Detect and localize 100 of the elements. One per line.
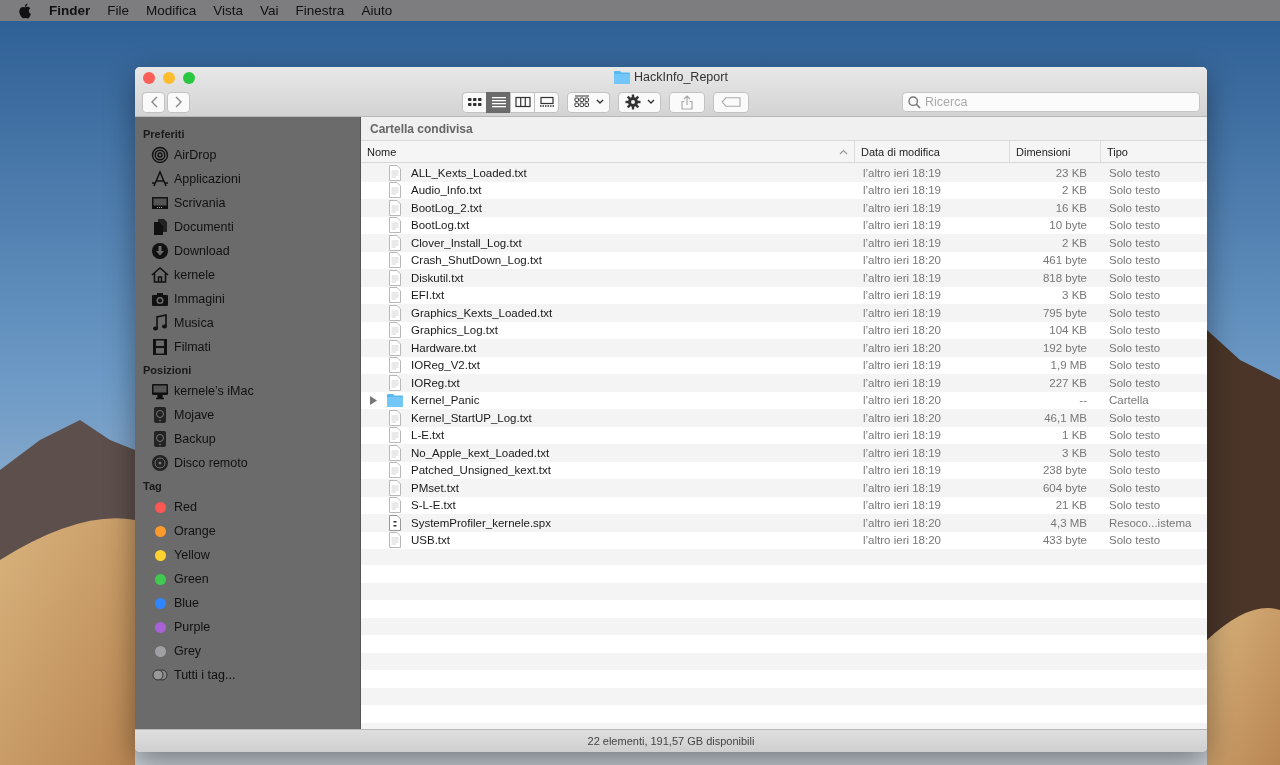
modified-date: l’altro ieri 18:20	[863, 534, 941, 547]
file-type: Solo testo	[1109, 324, 1161, 337]
file-row[interactable]: Diskutil.txt l’altro ieri 18:19 818 byte Solo testo	[361, 269, 1207, 287]
sidebar-item-label: Documenti	[174, 220, 234, 234]
sidebar-item-label: Applicazioni	[174, 172, 241, 186]
document-icon	[389, 252, 401, 269]
file-type: Solo testo	[1109, 254, 1161, 267]
modified-date: l’altro ieri 18:19	[863, 446, 941, 459]
file-row[interactable]: Hardware.txt l’altro ieri 18:20 192 byte Solo testo	[361, 339, 1207, 357]
sidebar-item[interactable]: Green	[143, 567, 360, 591]
group-by-button[interactable]	[567, 91, 610, 113]
document-icon	[389, 374, 401, 391]
file-size: 21 KB	[1055, 499, 1087, 512]
file-type: Solo testo	[1109, 289, 1161, 302]
menu-item[interactable]: Finder	[49, 3, 91, 18]
sidebar-item-label: Purple	[174, 620, 211, 634]
apple-logo-icon[interactable]	[18, 2, 32, 19]
document-icon	[389, 409, 401, 426]
column-header[interactable]: Tipo	[1101, 141, 1207, 162]
file-row[interactable]: ALL_Kexts_Loaded.txt l’altro ieri 18:19 23 KB Solo testo	[361, 164, 1207, 182]
file-name: IOReg_V2.txt	[411, 359, 481, 372]
window-title: HackInfo_Report	[634, 70, 728, 84]
menu-item[interactable]: Modifica	[146, 3, 197, 18]
view-mode-button[interactable]	[462, 91, 487, 113]
home-icon	[151, 266, 169, 284]
sidebar-item[interactable]: Musica	[143, 311, 360, 335]
file-type: Solo testo	[1109, 464, 1161, 477]
file-row[interactable]: Graphics_Kexts_Loaded.txt l’altro ieri 18:19 795 byte Solo testo	[361, 304, 1207, 322]
path-bar: Cartella condivisa	[361, 117, 1207, 141]
sidebar-item[interactable]: Disco remoto	[143, 451, 360, 475]
file-name: EFI.txt	[411, 289, 445, 302]
menu-item[interactable]: Finestra	[295, 3, 345, 18]
file-name: S-L-E.txt	[411, 499, 456, 512]
file-row[interactable]: BootLog_2.txt l’altro ieri 18:19 16 KB Solo testo	[361, 199, 1207, 217]
modified-date: l’altro ieri 18:20	[863, 254, 941, 267]
menu-item[interactable]: Aiuto	[361, 3, 393, 18]
file-row[interactable]: IOReg.txt l’altro ieri 18:19 227 KB Solo testo	[361, 374, 1207, 392]
sidebar-item[interactable]: Filmati	[143, 335, 360, 359]
menu-item[interactable]: Vista	[213, 3, 244, 18]
file-name: Clover_Install_Log.txt	[411, 236, 522, 249]
file-size: 818 byte	[1042, 271, 1087, 284]
triangle-right-icon[interactable]	[369, 395, 377, 405]
file-row[interactable]: Kernel_StartUP_Log.txt l’altro ieri 18:20 46,1 MB Solo testo	[361, 409, 1207, 427]
file-name: Graphics_Log.txt	[411, 324, 498, 337]
close-button[interactable]	[143, 72, 155, 84]
sidebar-item[interactable]: Documenti	[143, 215, 360, 239]
caret-icon	[595, 99, 604, 105]
view-mode-button[interactable]	[534, 91, 559, 113]
file-size: 461 byte	[1042, 254, 1087, 267]
sidebar-item[interactable]: Backup	[143, 427, 360, 451]
sidebar-item[interactable]: kernele	[143, 263, 360, 287]
column-header[interactable]: Dimensioni	[1010, 141, 1101, 162]
menu-item[interactable]: File	[107, 3, 130, 18]
file-size: 46,1 MB	[1044, 411, 1087, 424]
sidebar-item[interactable]: Mojave	[143, 403, 360, 427]
sidebar-item-label: Yellow	[174, 548, 210, 562]
search-field[interactable]: Ricerca	[902, 92, 1200, 112]
view-mode-button[interactable]	[486, 91, 511, 113]
sidebar-item[interactable]: Yellow	[143, 543, 360, 567]
sidebar-item-label: Immagini	[174, 292, 225, 306]
sidebar-item[interactable]: kernele’s iMac	[143, 379, 360, 403]
desktop-icon	[151, 194, 169, 212]
sidebar-item[interactable]: Grey	[143, 639, 360, 663]
modified-date: l’altro ieri 18:19	[863, 236, 941, 249]
file-type: Solo testo	[1109, 429, 1161, 442]
file-row[interactable]: No_Apple_kext_Loaded.txt l’altro ieri 18:19 3 KB Solo testo	[361, 444, 1207, 462]
modified-date: l’altro ieri 18:19	[863, 219, 941, 232]
modified-date: l’altro ieri 18:20	[863, 324, 941, 337]
sidebar-item[interactable]: Red	[143, 495, 360, 519]
file-type: Solo testo	[1109, 446, 1161, 459]
column-header[interactable]: Nome	[361, 141, 855, 162]
airdrop-icon	[151, 146, 169, 164]
column-header[interactable]: Data di modifica	[855, 141, 1010, 162]
sidebar-item[interactable]: Tutti i tag...	[143, 663, 360, 687]
file-type: Cartella	[1109, 394, 1149, 407]
action-menu-button[interactable]	[618, 91, 661, 113]
file-type: Solo testo	[1109, 341, 1161, 354]
sidebar-item[interactable]: Purple	[143, 615, 360, 639]
sidebar-item[interactable]: Orange	[143, 519, 360, 543]
document-icon	[389, 304, 401, 321]
document-icon	[389, 322, 401, 339]
columns-view-icon	[514, 96, 531, 108]
file-row[interactable]: SystemProfiler_kernele.spx l’altro ieri 18:20 4,3 MB Resoco...istema	[361, 514, 1207, 532]
file-size: 604 byte	[1042, 481, 1087, 494]
sidebar-item[interactable]: Scrivania	[143, 191, 360, 215]
menu-item[interactable]: Vai	[260, 3, 279, 18]
view-mode-button[interactable]	[510, 91, 535, 113]
document-icon	[389, 269, 401, 286]
file-row[interactable]: Clover_Install_Log.txt l’altro ieri 18:19 2 KB Solo testo	[361, 234, 1207, 252]
sidebar-item[interactable]: Applicazioni	[143, 167, 360, 191]
file-size: 23 KB	[1055, 166, 1087, 179]
sidebar-item[interactable]: Blue	[143, 591, 360, 615]
sidebar-item[interactable]: AirDrop	[143, 143, 360, 167]
file-row[interactable]: PMset.txt l’altro ieri 18:19 604 byte Solo testo	[361, 479, 1207, 497]
document-icon	[389, 532, 401, 549]
sidebar-item-label: AirDrop	[174, 148, 217, 162]
sidebar-item[interactable]: Immagini	[143, 287, 360, 311]
file-size: 795 byte	[1042, 306, 1087, 319]
sidebar-item[interactable]: Download	[143, 239, 360, 263]
file-size: 2 KB	[1062, 236, 1087, 249]
